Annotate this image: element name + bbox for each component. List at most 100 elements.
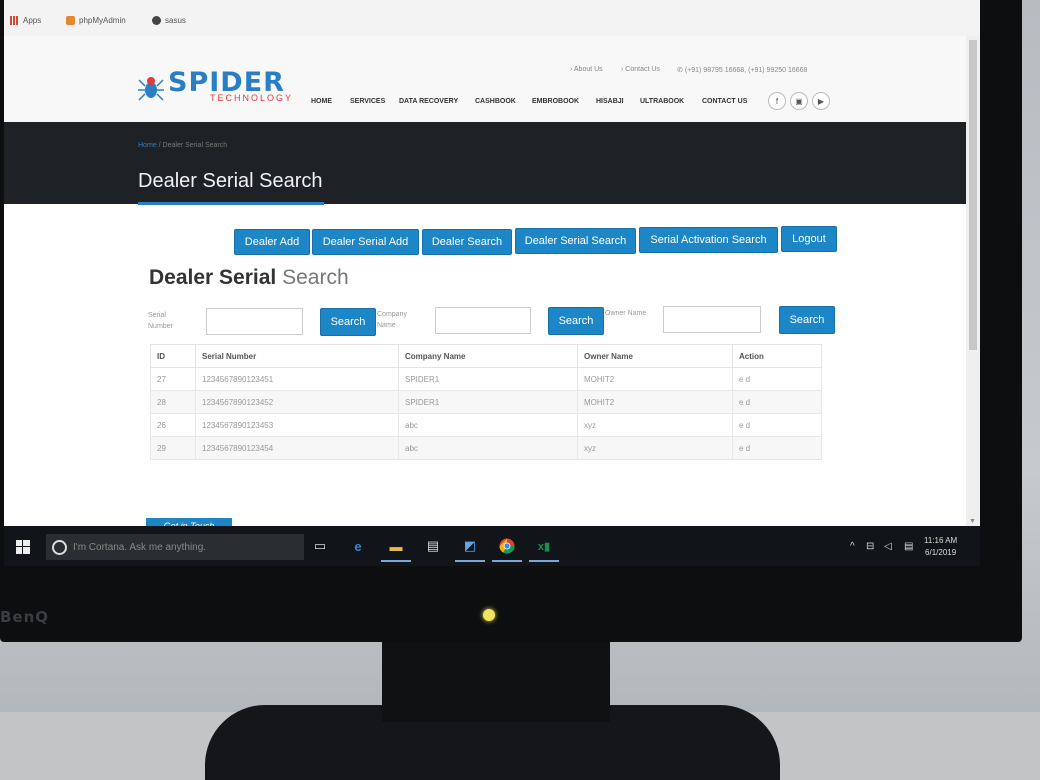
bookmark-apps[interactable]: Apps <box>10 16 41 25</box>
explorer-active-indicator <box>381 560 411 562</box>
section-title: Dealer Serial Search <box>149 266 349 290</box>
nav-cashbook[interactable]: CASHBOOK <box>475 98 516 105</box>
table-row: 27 1234567890123451 SPIDER1 MOHIT2 e d <box>150 367 822 391</box>
facebook-icon[interactable]: f <box>768 92 786 110</box>
cell-action[interactable]: e d <box>732 390 822 414</box>
col-id[interactable]: ID <box>150 344 196 368</box>
page-banner: Home / Dealer Serial Search Dealer Seria… <box>4 122 966 205</box>
breadcrumb: Home / Dealer Serial Search <box>138 142 227 149</box>
bookmark-phpmyadmin[interactable]: phpMyAdmin <box>66 16 126 25</box>
cell-owner: xyz <box>577 436 733 460</box>
site-header: SPIDER TECHNOLOGY › About Us › Contact U… <box>4 36 970 126</box>
monitor-brand: BenQ <box>0 608 50 626</box>
store-icon[interactable]: ▤ <box>425 538 441 554</box>
col-serial-number[interactable]: Serial Number <box>195 344 399 368</box>
results-table: ID Serial Number Company Name Owner Name… <box>150 344 822 460</box>
system-clock[interactable]: 11:16 AM 6/1/2019 <box>924 535 957 559</box>
notification-icon[interactable]: ▤ <box>904 541 913 552</box>
globe-icon <box>152 16 161 25</box>
volume-icon[interactable]: ◁ <box>884 541 892 552</box>
nav-data-recovery[interactable]: DATA RECOVERY <box>399 98 458 105</box>
bookmark-label: phpMyAdmin <box>79 16 126 25</box>
cell-action[interactable]: e d <box>732 367 822 391</box>
logout-button[interactable]: Logout <box>781 226 837 252</box>
cell-owner: MOHIT2 <box>577 390 733 414</box>
dealer-search-button[interactable]: Dealer Search <box>422 229 512 255</box>
table-row: 29 1234567890123454 abc xyz e d <box>150 436 822 460</box>
contact-link[interactable]: › Contact Us <box>621 66 660 73</box>
nav-services[interactable]: SERVICES <box>350 98 385 105</box>
nav-contact-us[interactable]: CONTACT US <box>702 98 747 105</box>
cell-company: SPIDER1 <box>398 390 578 414</box>
chrome-active-indicator <box>492 560 522 562</box>
company-search-button[interactable]: Search <box>548 307 604 335</box>
phpmyadmin-icon <box>66 16 75 25</box>
owner-search-button[interactable]: Search <box>779 306 835 334</box>
scroll-down-icon[interactable]: ▼ <box>969 518 976 525</box>
windows-taskbar: I'm Cortana. Ask me anything. ▭ e ▬ ▤ ◩ … <box>4 526 980 566</box>
serial-search-button[interactable]: Search <box>320 308 376 336</box>
title-underline <box>138 202 324 205</box>
bookmark-label: sasus <box>165 16 186 25</box>
tray-overflow-icon[interactable]: ^ <box>850 541 855 552</box>
dealer-serial-add-button[interactable]: Dealer Serial Add <box>312 229 419 255</box>
dealer-serial-search-button[interactable]: Dealer Serial Search <box>515 228 636 254</box>
section-title-light: Search <box>282 266 349 289</box>
nav-embrobook[interactable]: EMBROBOOK <box>532 98 579 105</box>
serial-number-label: Serial Number <box>148 312 173 330</box>
page-title: Dealer Serial Search <box>138 170 323 192</box>
table-row: 28 1234567890123452 SPIDER1 MOHIT2 e d <box>150 390 822 414</box>
cell-company: abc <box>398 436 578 460</box>
task-view-icon[interactable]: ▭ <box>312 538 328 554</box>
owner-name-input[interactable] <box>663 306 761 333</box>
col-action: Action <box>732 344 822 368</box>
dealer-add-button[interactable]: Dealer Add <box>234 229 310 255</box>
nav-ultrabook[interactable]: ULTRABOOK <box>640 98 684 105</box>
chrome-icon[interactable] <box>499 538 515 554</box>
serial-number-input[interactable] <box>206 308 303 335</box>
nav-hisabji[interactable]: HISABJI <box>596 98 624 105</box>
cortana-search-box[interactable]: I'm Cortana. Ask me anything. <box>46 534 304 560</box>
cell-action[interactable]: e d <box>732 413 822 437</box>
excel-active-indicator <box>529 560 559 562</box>
cortana-icon <box>52 539 67 555</box>
table-row: 26 1234567890123453 abc xyz e d <box>150 413 822 437</box>
cell-serial: 1234567890123451 <box>195 367 399 391</box>
cortana-placeholder: I'm Cortana. Ask me anything. <box>73 541 207 553</box>
phone-icon: ✆ <box>677 67 683 74</box>
instagram-icon[interactable]: ▣ <box>790 92 808 110</box>
app-active-indicator <box>455 560 485 562</box>
bookmark-sasus[interactable]: sasus <box>152 16 186 25</box>
company-name-input[interactable] <box>435 307 531 334</box>
app-icon[interactable]: ◩ <box>462 538 478 554</box>
nav-home[interactable]: HOME <box>311 98 332 105</box>
section-title-bold: Dealer Serial <box>149 266 277 289</box>
breadcrumb-home[interactable]: Home <box>138 142 157 149</box>
apps-grid-icon <box>10 16 19 25</box>
cell-serial: 1234567890123453 <box>195 413 399 437</box>
about-link-label: About Us <box>573 66 603 73</box>
logo-tagline: TECHNOLOGY <box>210 93 294 103</box>
network-icon[interactable]: ⊟ <box>866 541 874 552</box>
col-owner-name[interactable]: Owner Name <box>577 344 733 368</box>
excel-icon[interactable]: x▮ <box>536 538 552 554</box>
serial-activation-search-button[interactable]: Serial Activation Search <box>639 227 778 253</box>
company-name-label: Company Name <box>377 311 407 329</box>
cell-action[interactable]: e d <box>732 436 822 460</box>
breadcrumb-separator: / <box>158 142 161 149</box>
edge-icon[interactable]: e <box>350 538 366 554</box>
about-link[interactable]: › About Us <box>570 66 603 73</box>
col-company-name[interactable]: Company Name <box>398 344 578 368</box>
cell-owner: xyz <box>577 413 733 437</box>
breadcrumb-current: Dealer Serial Search <box>162 142 228 149</box>
cell-id: 28 <box>150 390 196 414</box>
cell-serial: 1234567890123454 <box>195 436 399 460</box>
cell-owner: MOHIT2 <box>577 367 733 391</box>
windows-start-icon[interactable] <box>16 540 30 554</box>
file-explorer-icon[interactable]: ▬ <box>388 538 404 554</box>
cell-company: SPIDER1 <box>398 367 578 391</box>
scrollbar-thumb[interactable] <box>969 40 977 350</box>
bookmark-label: Apps <box>23 16 42 25</box>
youtube-icon[interactable]: ▶ <box>812 92 830 110</box>
cell-serial: 1234567890123452 <box>195 390 399 414</box>
